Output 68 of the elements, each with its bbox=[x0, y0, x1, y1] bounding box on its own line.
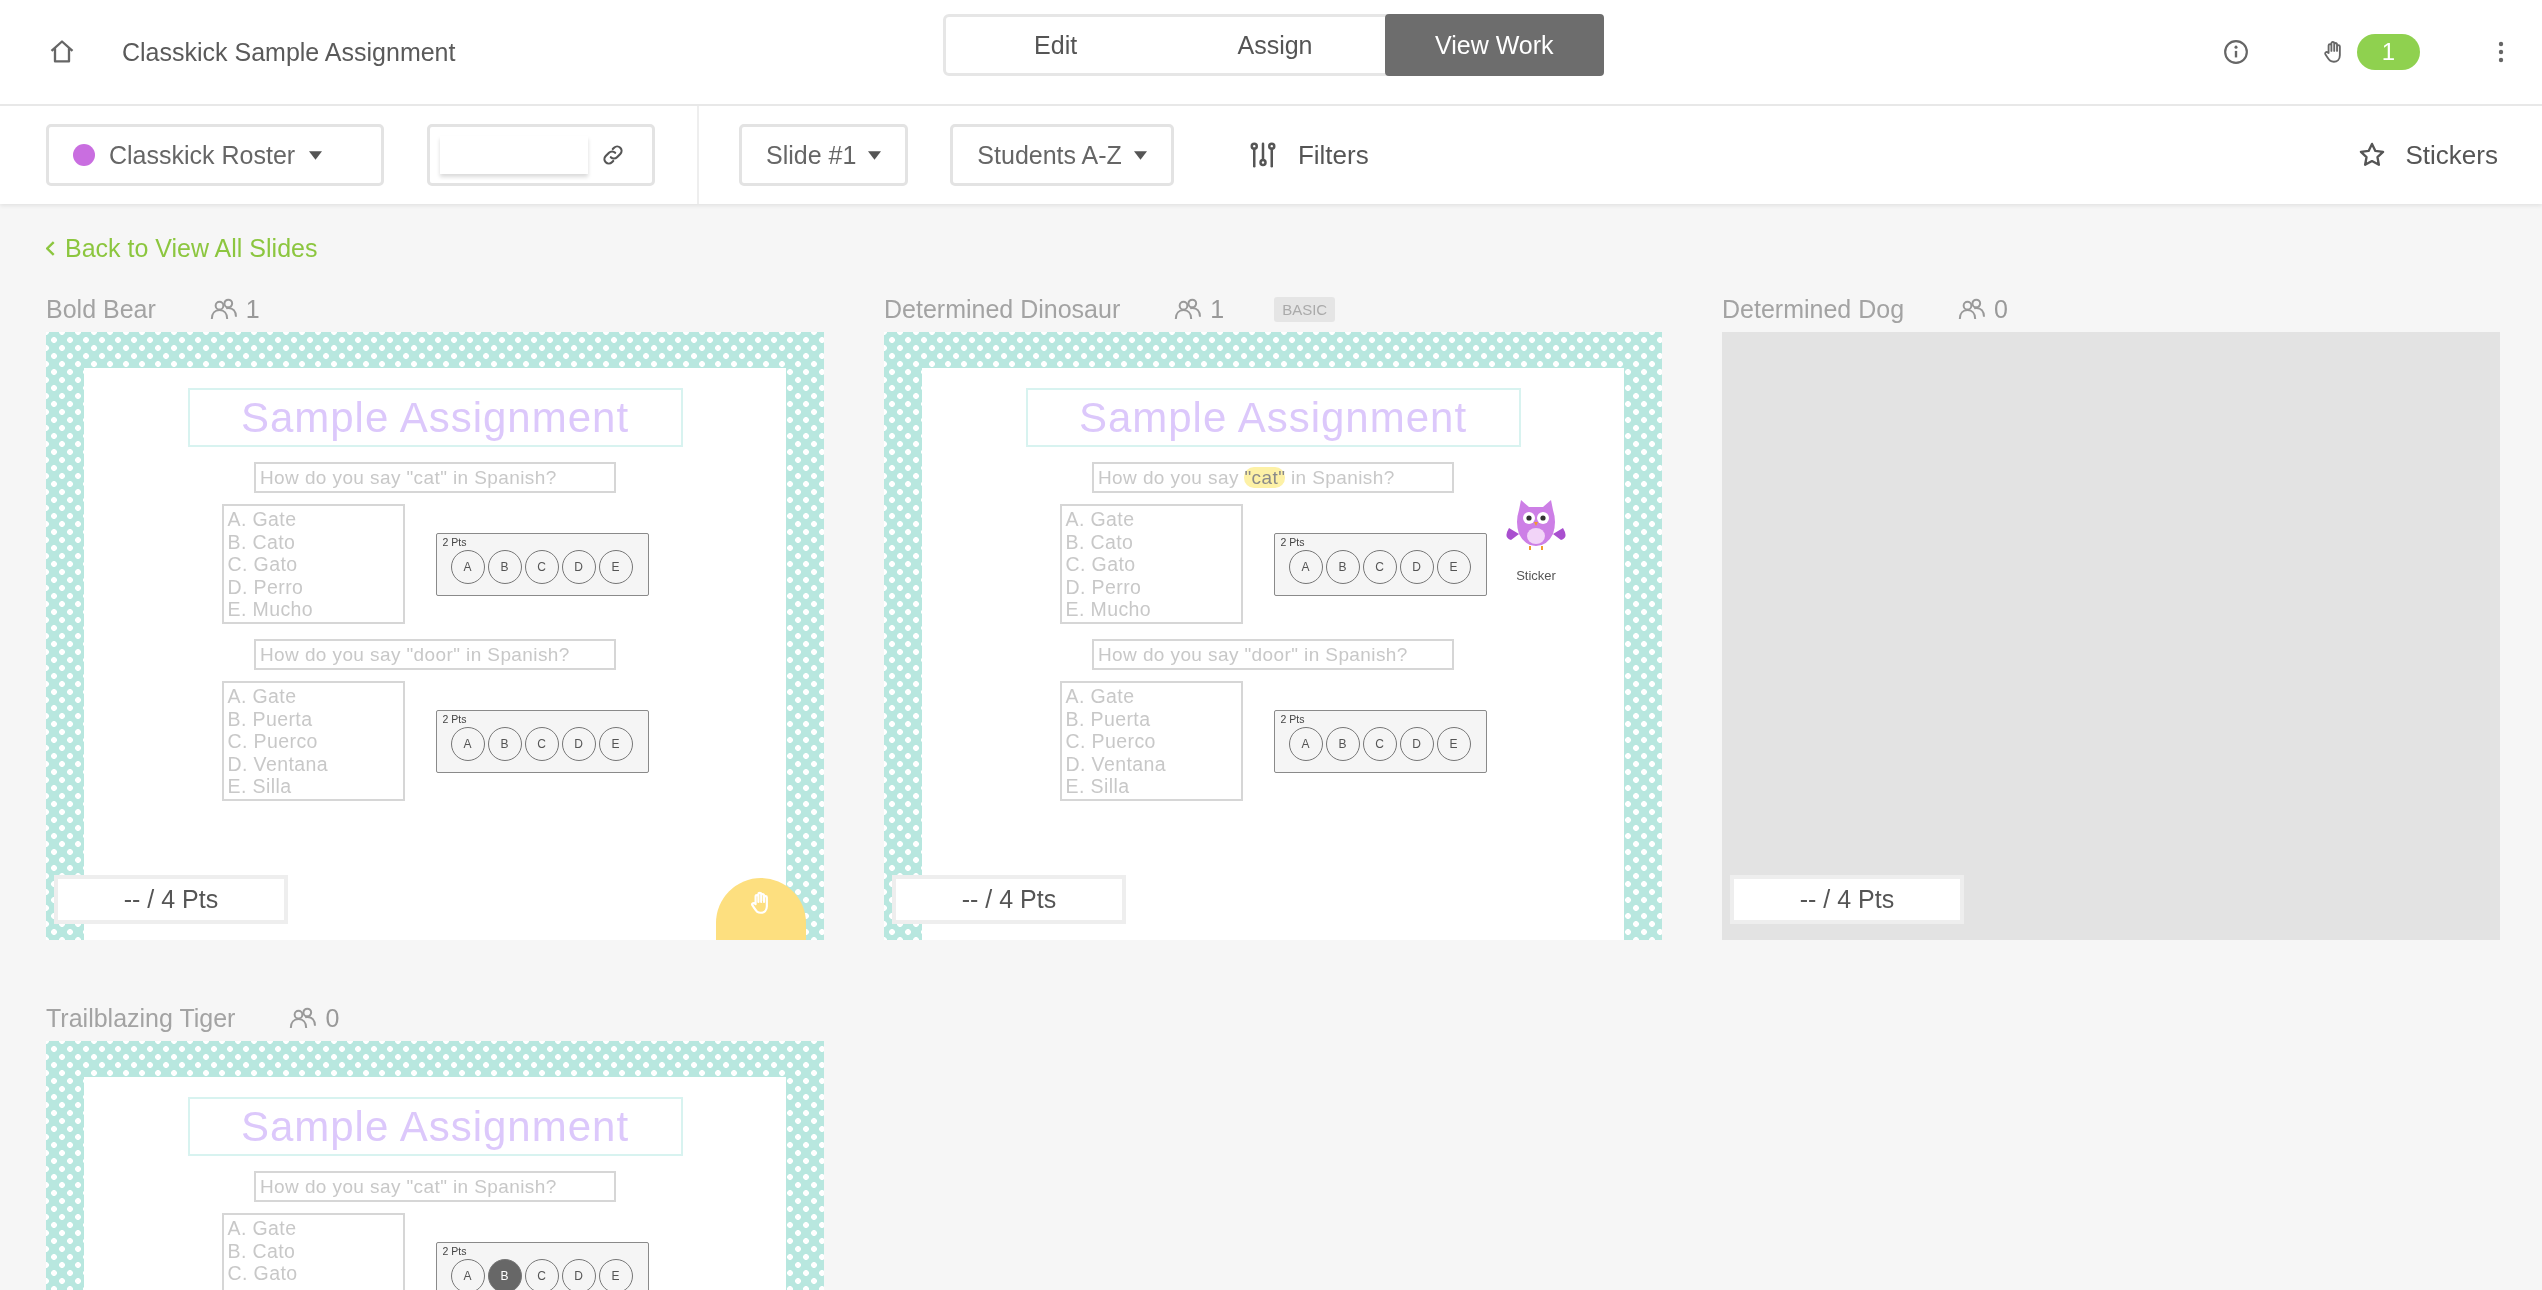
slide-thumbnail[interactable] bbox=[46, 332, 824, 940]
chevron-left-icon bbox=[46, 240, 55, 256]
answer-bubble[interactable]: D bbox=[1399, 549, 1434, 584]
viewer-count: 0 bbox=[1994, 294, 2008, 324]
answer-bubble[interactable]: C bbox=[524, 549, 559, 584]
home-icon[interactable] bbox=[48, 38, 76, 66]
student-name: Determined Dinosaur bbox=[884, 294, 1121, 324]
score-field[interactable]: -- / 4 Pts bbox=[1730, 875, 1964, 924]
score-field[interactable]: -- / 4 Pts bbox=[892, 875, 1126, 924]
answer-bubble[interactable]: E bbox=[598, 1258, 633, 1290]
points-label: 2 Pts bbox=[442, 535, 468, 548]
answer-bubble[interactable]: B bbox=[487, 549, 522, 584]
caret-icon bbox=[868, 150, 882, 160]
assignment-title: Classkick Sample Assignment bbox=[122, 37, 456, 67]
viewer-count: 1 bbox=[245, 294, 260, 324]
answer-bubble[interactable]: C bbox=[524, 1258, 559, 1290]
filters-button[interactable]: Filters bbox=[1241, 138, 1375, 172]
slide-thumbnail[interactable] bbox=[884, 332, 1662, 940]
answer-bubble[interactable]: B bbox=[487, 1258, 522, 1290]
roster-dropdown[interactable]: Classkick Roster bbox=[46, 124, 384, 186]
points-label: 2 Pts bbox=[1280, 535, 1306, 548]
sort-dropdown[interactable]: Students A-Z bbox=[950, 124, 1174, 186]
mode-tab[interactable]: Assign bbox=[1165, 17, 1385, 73]
answer-bubble[interactable]: A bbox=[1288, 726, 1323, 761]
answer-bubble[interactable]: D bbox=[561, 549, 596, 584]
mode-tab[interactable]: View Work bbox=[1384, 14, 1604, 76]
link-field[interactable] bbox=[427, 124, 655, 186]
answer-bubble[interactable]: A bbox=[450, 549, 485, 584]
points-label: 2 Pts bbox=[442, 712, 468, 725]
viewer-count: 1 bbox=[1210, 294, 1225, 324]
points-label: 2 Pts bbox=[1280, 712, 1306, 725]
slide-thumbnail[interactable]: -- / 4 Pts bbox=[1722, 332, 2500, 940]
answer-bubble[interactable]: D bbox=[561, 1258, 596, 1290]
answer-bubble[interactable]: D bbox=[1399, 726, 1434, 761]
answer-bubble[interactable]: A bbox=[1288, 549, 1323, 584]
caret-icon bbox=[309, 150, 323, 160]
link-icon[interactable] bbox=[600, 142, 626, 168]
info-icon[interactable] bbox=[2222, 39, 2249, 65]
mode-tab[interactable]: Edit bbox=[946, 17, 1166, 73]
more-menu-icon[interactable] bbox=[2498, 40, 2504, 64]
student-name: Bold Bear bbox=[46, 294, 156, 324]
answer-bubble[interactable]: D bbox=[561, 726, 596, 761]
plan-badge: BASIC bbox=[1274, 296, 1336, 322]
roster-label: Classkick Roster bbox=[109, 140, 296, 170]
answer-bubble[interactable]: B bbox=[1325, 726, 1360, 761]
answer-bubble[interactable]: C bbox=[524, 726, 559, 761]
answer-bubble[interactable]: A bbox=[450, 1258, 485, 1290]
answer-bubble[interactable]: E bbox=[1436, 726, 1471, 761]
answer-bubble[interactable]: E bbox=[598, 549, 633, 584]
sticker-label: Sticker bbox=[1516, 568, 1556, 583]
slide-dropdown[interactable]: Slide #1 bbox=[739, 124, 909, 186]
people-icon bbox=[209, 298, 240, 320]
answer-bubble[interactable]: E bbox=[598, 726, 633, 761]
score-field[interactable]: -- / 4 Pts bbox=[54, 875, 288, 924]
stickers-button[interactable]: Stickers bbox=[2351, 138, 2504, 172]
answer-bubble[interactable]: C bbox=[1362, 549, 1397, 584]
answer-bubble[interactable]: C bbox=[1362, 726, 1397, 761]
help-count-badge: 1 bbox=[2356, 34, 2420, 70]
points-label: 2 Pts bbox=[442, 1244, 468, 1257]
student-name: Determined Dog bbox=[1722, 294, 1905, 324]
answer-bubble[interactable]: B bbox=[1325, 549, 1360, 584]
answer-bubble[interactable]: E bbox=[1436, 549, 1471, 584]
caret-icon bbox=[1133, 150, 1147, 160]
answer-bubble[interactable]: A bbox=[450, 726, 485, 761]
star-icon bbox=[2357, 141, 2386, 169]
viewer-count: 0 bbox=[325, 1003, 340, 1033]
answer-bubble[interactable]: B bbox=[487, 726, 522, 761]
student-name: Trailblazing Tiger bbox=[46, 1003, 236, 1033]
